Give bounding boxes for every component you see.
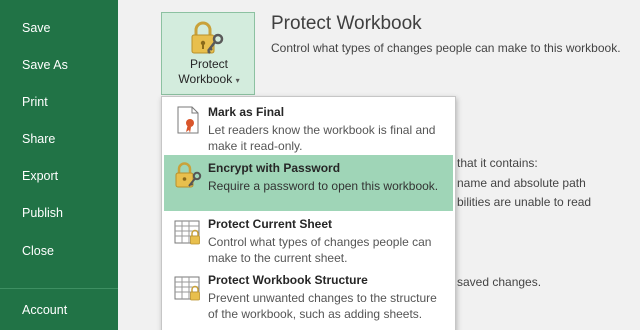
protect-workbook-button[interactable]: Protect Workbook ▾: [161, 12, 255, 95]
chevron-down-icon: ▾: [235, 76, 240, 85]
menu-item-description: Let readers know the workbook is final a…: [208, 123, 436, 153]
page-description: Control what types of changes people can…: [271, 41, 621, 55]
sidebar-item-export[interactable]: Export: [22, 169, 58, 183]
lock-key-icon: [175, 162, 202, 188]
workbook-lock-icon: [174, 276, 200, 301]
menu-item-protect-current-sheet[interactable]: Protect Current Sheet Control what types…: [164, 211, 453, 267]
backstage-sidebar: Save Save As Print Share Export Publish …: [0, 0, 118, 330]
sheet-lock-icon: [174, 220, 200, 245]
sidebar-item-print[interactable]: Print: [22, 95, 48, 109]
menu-item-title: Protect Current Sheet: [208, 217, 333, 231]
menu-item-encrypt-with-password[interactable]: Encrypt with Password Require a password…: [164, 155, 453, 211]
sidebar-item-publish[interactable]: Publish: [22, 206, 63, 220]
ribbon-document-icon: [177, 106, 199, 134]
sidebar-item-share[interactable]: Share: [22, 132, 55, 146]
sidebar-item-account[interactable]: Account: [22, 303, 67, 317]
menu-item-description: Prevent unwanted changes to the structur…: [208, 291, 437, 321]
sidebar-item-save-as[interactable]: Save As: [22, 58, 68, 72]
sidebar-item-save[interactable]: Save: [22, 21, 51, 35]
protect-workbook-menu: Mark as Final Let readers know the workb…: [161, 96, 456, 330]
background-text-2: name and absolute path: [457, 176, 586, 190]
menu-item-description: Control what types of changes people can…: [208, 235, 432, 265]
protect-button-label-line1: Protect: [189, 57, 228, 71]
menu-item-title: Encrypt with Password: [208, 161, 341, 175]
lock-key-icon: [191, 21, 224, 54]
background-text-1: that it contains:: [457, 156, 538, 170]
menu-item-protect-workbook-structure[interactable]: Protect Workbook Structure Prevent unwan…: [164, 267, 453, 323]
menu-item-title: Protect Workbook Structure: [208, 273, 368, 287]
page-title: Protect Workbook: [271, 13, 422, 34]
background-text-3: bilities are unable to read: [457, 195, 592, 209]
menu-item-description: Require a password to open this workbook…: [208, 179, 439, 193]
menu-item-mark-as-final[interactable]: Mark as Final Let readers know the workb…: [164, 99, 453, 155]
background-text-4: saved changes.: [457, 275, 542, 289]
menu-item-title: Mark as Final: [208, 105, 285, 119]
sidebar-item-close[interactable]: Close: [22, 244, 54, 258]
protect-button-label-line2: Workbook: [178, 72, 233, 86]
sidebar-divider: [0, 288, 118, 289]
